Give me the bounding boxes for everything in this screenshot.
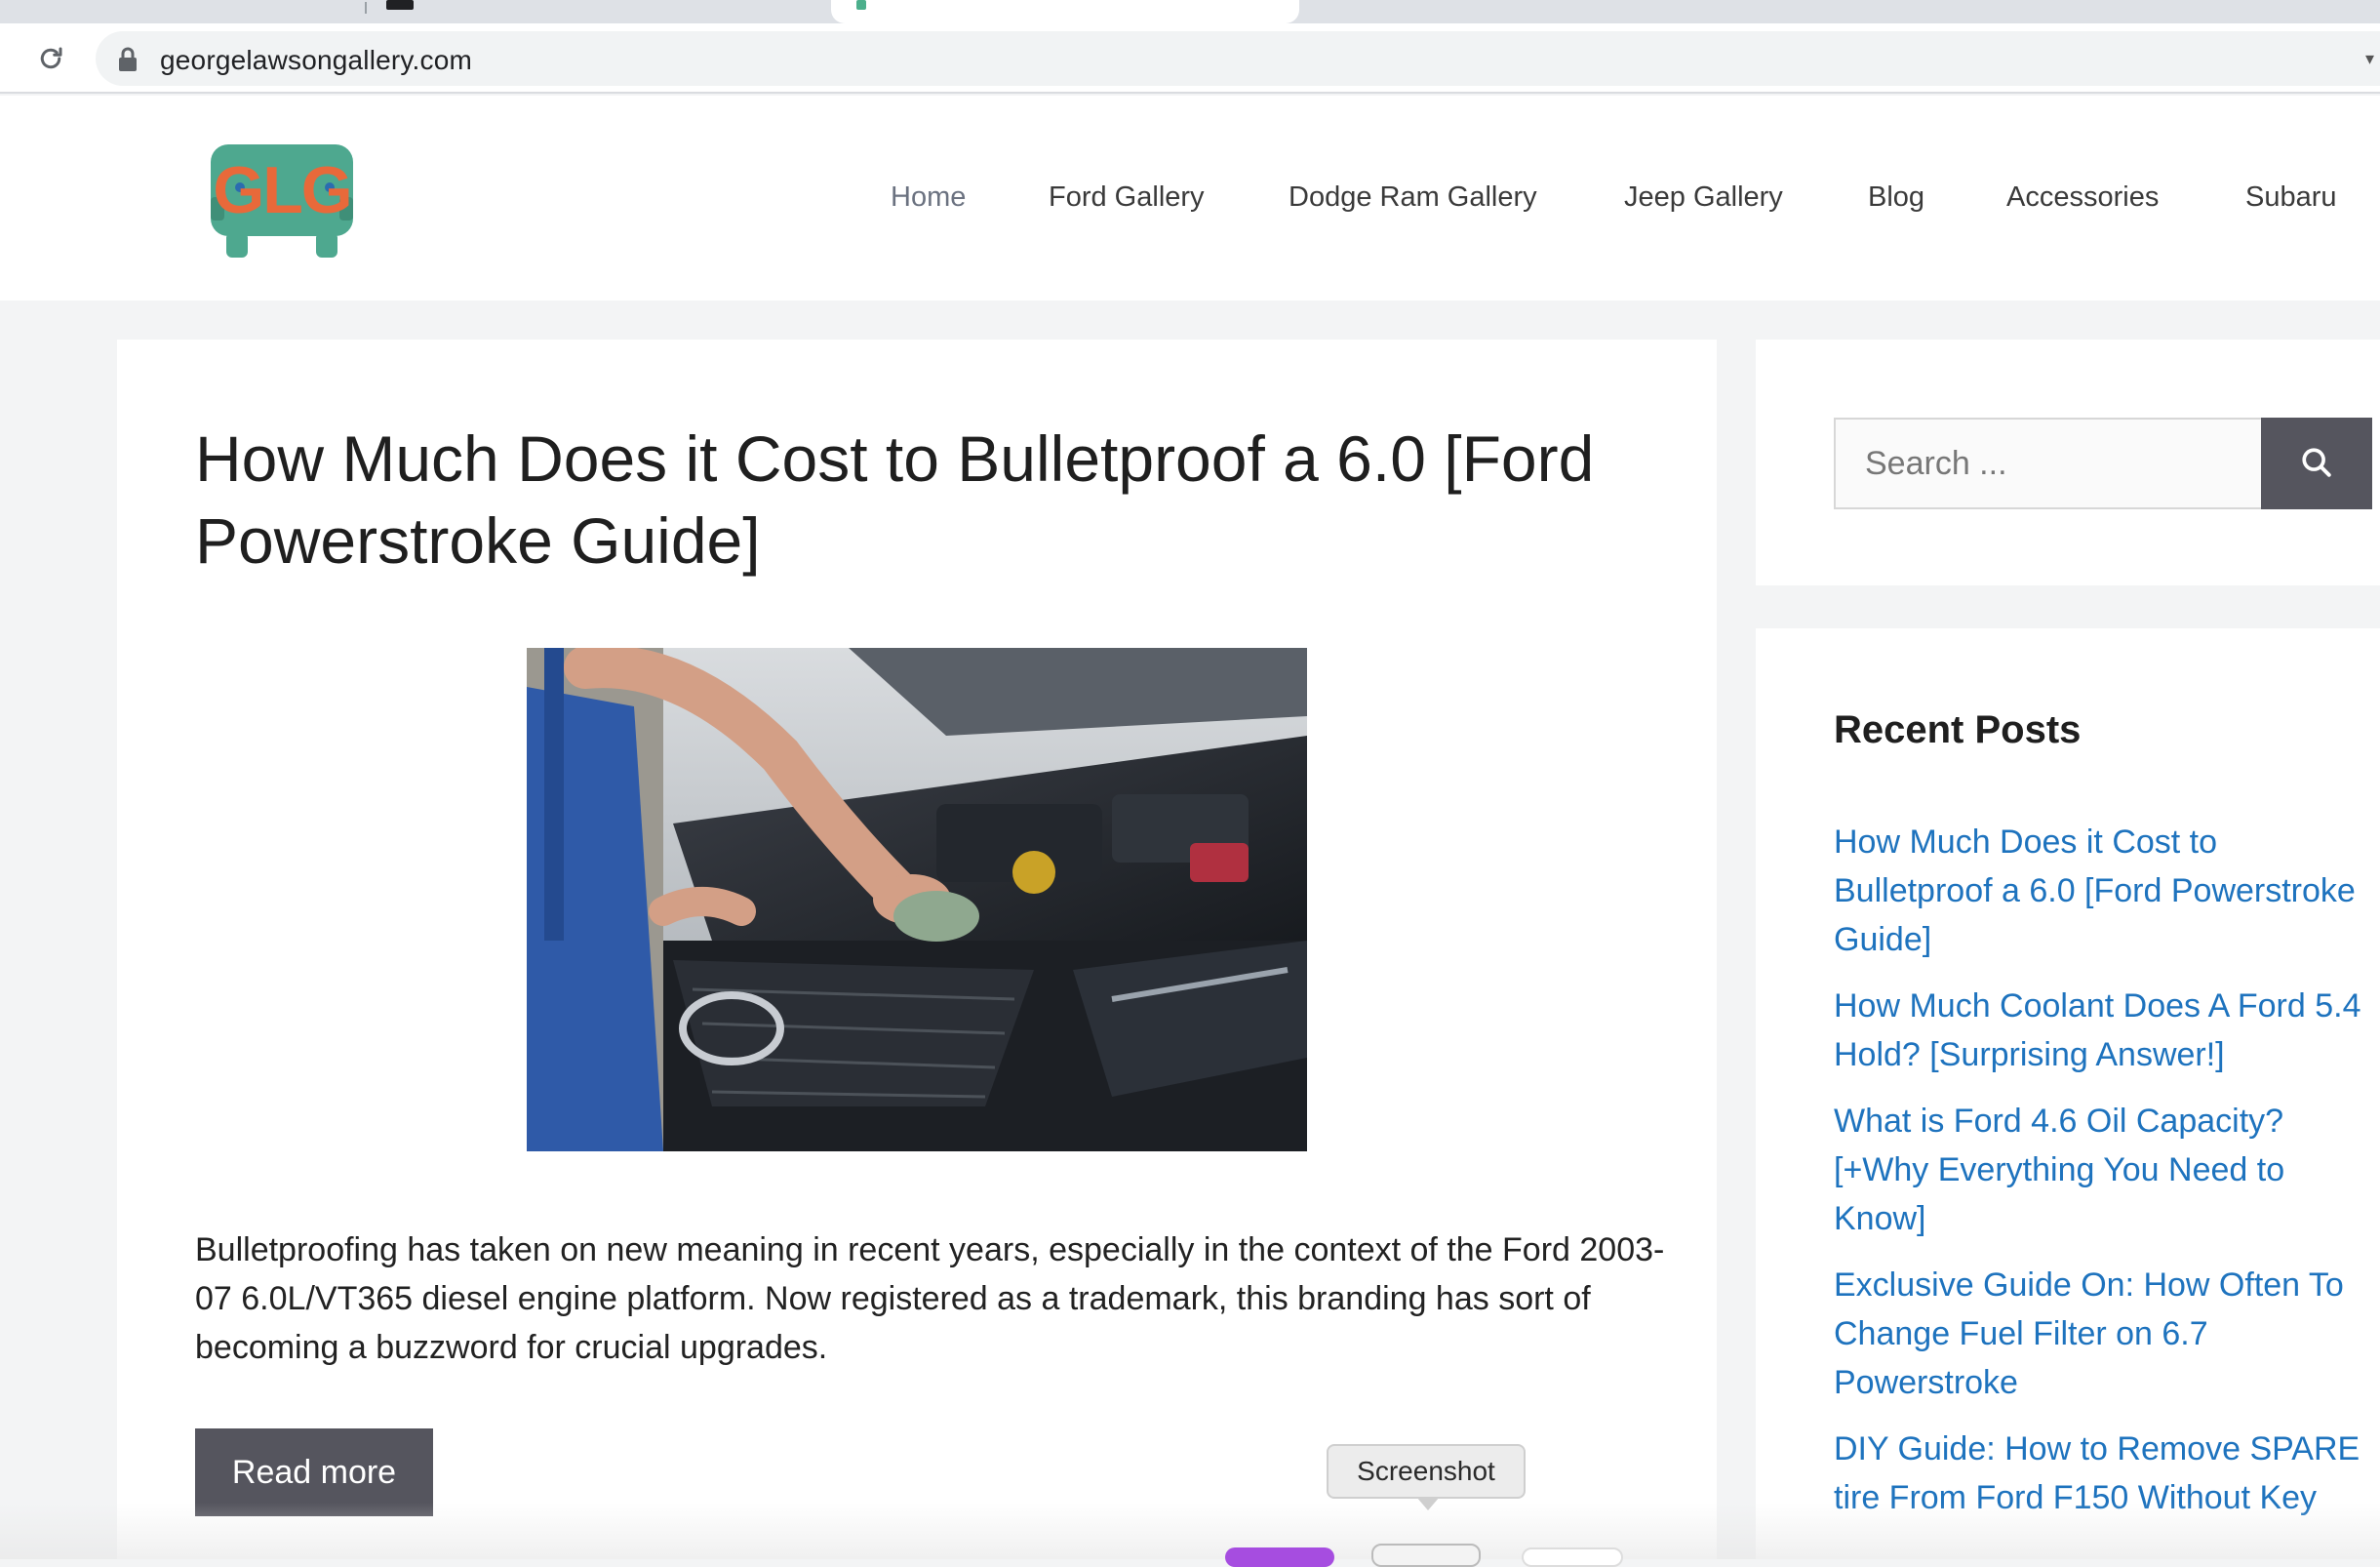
recent-posts-list: How Much Does it Cost to Bulletproof a 6… [1834, 818, 2370, 1540]
omnibox-menu-icon[interactable]: ▾ [2365, 49, 2374, 69]
browser-tab[interactable] [369, 0, 827, 23]
browser-tab-active[interactable] [831, 0, 1299, 23]
tab-separator [365, 2, 367, 14]
nav-dodge-ram-gallery[interactable]: Dodge Ram Gallery [1289, 181, 1537, 214]
post-featured-image[interactable] [527, 648, 1307, 1151]
browser-toolbar: georgelawsongallery.com ▾ [0, 23, 2380, 94]
nav-accessories[interactable]: Accessories [2006, 181, 2159, 214]
tab-favicon-icon [856, 0, 866, 10]
site-logo[interactable]: GLG [205, 137, 361, 263]
logo-text: GLG [213, 153, 350, 227]
reload-icon[interactable] [33, 41, 68, 76]
post-card: How Much Does it Cost to Bulletproof a 6… [117, 340, 1717, 1559]
search-icon [2300, 446, 2333, 482]
post-excerpt: Bulletproofing has taken on new meaning … [195, 1231, 1665, 1366]
recent-post-link[interactable]: Exclusive Guide On: How Often To Change … [1834, 1261, 2370, 1407]
nav-home[interactable]: Home [891, 181, 966, 214]
browser-tab-strip [0, 0, 2380, 23]
screenshot-tooltip: Screenshot [1327, 1444, 1526, 1499]
browser-tab[interactable] [0, 0, 366, 23]
dock-app-icon[interactable] [1225, 1547, 1334, 1567]
sidebar-recent-posts-widget: Recent Posts How Much Does it Cost to Bu… [1756, 628, 2380, 1559]
tab-favicon-icon [386, 0, 414, 10]
sidebar-search-widget [1756, 340, 2380, 585]
address-bar[interactable]: georgelawsongallery.com ▾ [96, 31, 2380, 86]
site-header: GLG Home Ford Gallery Dodge Ram Gallery … [0, 96, 2380, 301]
search-input[interactable] [1834, 418, 2263, 509]
recent-post-link[interactable]: How Much Does it Cost to Bulletproof a 6… [1834, 818, 2370, 964]
dock-app-icon[interactable] [1522, 1547, 1623, 1567]
tooltip-arrow [1416, 1497, 1440, 1510]
nav-ford-gallery[interactable]: Ford Gallery [1049, 181, 1205, 214]
browser-tab[interactable] [1303, 0, 2380, 23]
screenshot-app-icon[interactable] [1371, 1544, 1481, 1567]
nav-blog[interactable]: Blog [1868, 181, 1924, 214]
address-url[interactable]: georgelawsongallery.com [160, 45, 472, 76]
nav-jeep-gallery[interactable]: Jeep Gallery [1624, 181, 1783, 214]
search-button[interactable] [2261, 418, 2372, 509]
dock-shadow [0, 1503, 2380, 1559]
recent-posts-title: Recent Posts [1834, 708, 2082, 751]
recent-post-link[interactable]: How Much Coolant Does A Ford 5.4 Hold? [… [1834, 982, 2370, 1079]
recent-post-link[interactable]: What is Ford 4.6 Oil Capacity? [+Why Eve… [1834, 1097, 2370, 1243]
nav-subaru[interactable]: Subaru [2245, 181, 2337, 214]
lock-icon [117, 47, 139, 72]
post-title[interactable]: How Much Does it Cost to Bulletproof a 6… [195, 418, 1678, 582]
